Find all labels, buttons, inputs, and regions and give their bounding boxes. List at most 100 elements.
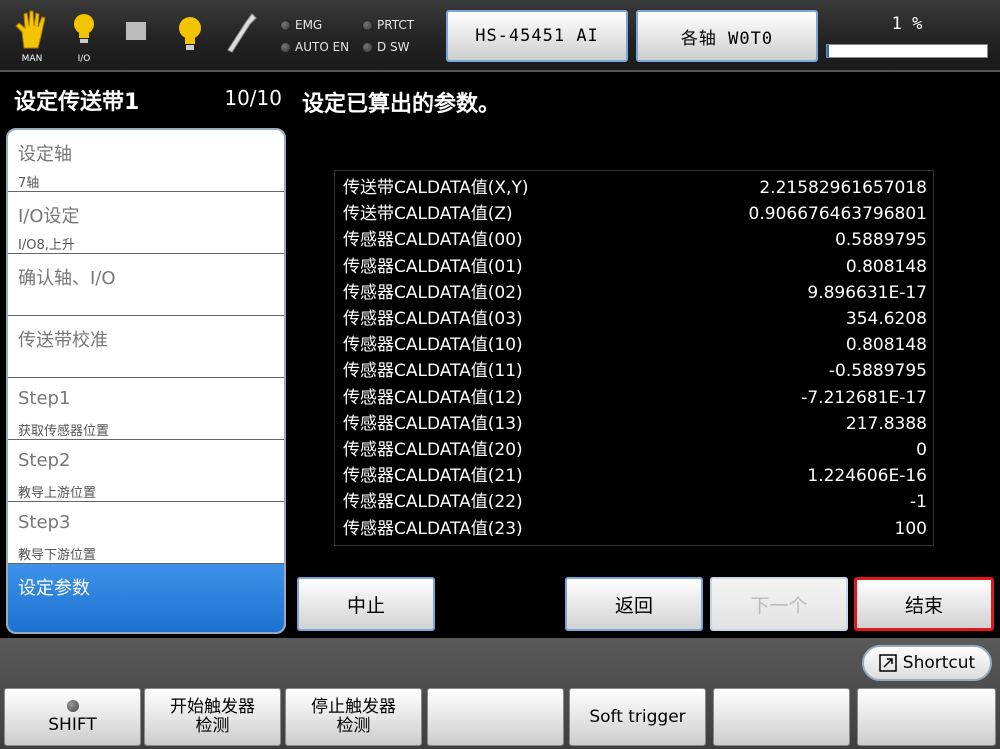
parameter-name: 传送带CALDATA值(Z) [343, 204, 513, 225]
manual-mode-button[interactable]: MAN [12, 8, 52, 64]
speed-label: 1 % [891, 14, 923, 34]
auto-en-lamp: AUTO EN [280, 36, 349, 58]
step-label: Step2 [18, 450, 71, 471]
soft-trigger-key[interactable]: Soft trigger [569, 688, 706, 746]
parameter-name: 传感器CALDATA值(12) [343, 387, 523, 408]
parameter-name: 传感器CALDATA值(23) [343, 518, 523, 539]
parameter-name: 传感器CALDATA值(21) [343, 466, 523, 487]
lamp-dot [280, 41, 291, 53]
shift-led-icon [66, 699, 79, 712]
lamp-group-left: EMG AUTO EN [280, 14, 349, 58]
finish-button[interactable]: 结束 [854, 577, 994, 631]
parameter-name: 传感器CALDATA值(01) [343, 256, 523, 277]
parameter-table: 传送带CALDATA值(X,Y) 2.21582961657018 传送带CALDA… [334, 170, 934, 546]
step-item-set-axis[interactable]: 设定轴 7轴 [8, 130, 284, 192]
prtct-lamp: PRTCT [362, 14, 414, 36]
fn-key-label: SHIFT [48, 714, 97, 735]
parameter-value: 354.6208 [845, 309, 927, 329]
wrench-icon [227, 13, 257, 53]
step-item-io-setting[interactable]: I/O设定 I/O8,上升 [8, 192, 284, 254]
step-label: Step1 [18, 388, 71, 409]
parameter-row: 传送带CALDATA值(Z) 0.906676463796801 [335, 201, 933, 227]
parameter-name: 传感器CALDATA值(11) [343, 361, 523, 382]
back-button[interactable]: 返回 [565, 577, 703, 631]
shortcut-label: Shortcut [902, 653, 976, 673]
bulb-icon [74, 14, 94, 43]
parameter-row: 传感器CALDATA值(22) -1 [335, 489, 933, 515]
step-item-confirm-axis-io[interactable]: 确认轴、I/O [8, 254, 284, 316]
lamp-dot [280, 19, 291, 31]
step-label: Step3 [18, 512, 71, 533]
start-trigger-detect-key[interactable]: 开始触发器 检测 [144, 688, 281, 746]
parameter-value: 0.5889795 [835, 230, 927, 251]
speed-bar-fill [827, 45, 829, 57]
lamp-group-right: PRTCT D SW [362, 14, 414, 58]
stop-status-button[interactable] [116, 8, 156, 64]
step-label: 设定轴 [18, 144, 72, 165]
step-item-conveyor-calibration[interactable]: 传送带校准 [8, 316, 284, 378]
fn-key-label: 停止触发器 检测 [311, 697, 396, 736]
bulb-icon [179, 17, 201, 50]
top-status-bar: MAN I/O EMG AUTO EN PRTCT D SW HS-45451 … [0, 0, 1000, 72]
step-sub: I/O8,上升 [18, 238, 75, 253]
parameter-value: 0.808148 [845, 335, 927, 356]
shortcut-icon [879, 654, 897, 672]
fn-key-label: 开始触发器 检测 [170, 697, 255, 736]
emg-lamp: EMG [280, 14, 349, 36]
lamp-label: PRTCT [377, 18, 415, 32]
step-label: I/O设定 [18, 206, 80, 227]
lamp-dot [362, 41, 373, 53]
parameter-value: -1 [910, 492, 927, 513]
step-sub: 获取传感器位置 [18, 424, 110, 439]
speed-bar [826, 44, 988, 58]
robot-model-button[interactable]: HS-45451 AI [446, 10, 628, 62]
io-button[interactable]: I/O [64, 8, 104, 64]
hand-icon [15, 10, 46, 49]
square-icon [126, 22, 146, 40]
parameter-name: 传感器CALDATA值(03) [343, 309, 523, 329]
parameter-row: 传感器CALDATA值(11) -0.5889795 [335, 358, 933, 384]
lamp-label: AUTO EN [295, 40, 350, 54]
step-item-set-parameters[interactable]: 设定参数 [8, 564, 284, 632]
parameter-row: 传感器CALDATA值(02) 9.896631E-17 [335, 280, 933, 306]
step-sub: 教导下游位置 [18, 548, 97, 563]
parameter-row: 传感器CALDATA值(23) 100 [335, 516, 933, 542]
parameter-name: 传感器CALDATA值(22) [343, 492, 523, 513]
fn-key-empty-4[interactable] [427, 688, 564, 746]
fn-key-empty-7[interactable] [857, 688, 996, 746]
parameter-value: 0.808148 [845, 256, 927, 277]
fn-key-label: Soft trigger [589, 706, 686, 727]
parameter-value: -0.5889795 [828, 361, 927, 382]
step-sub: 7轴 [18, 176, 40, 191]
parameter-row: 传感器CALDATA值(00) 0.5889795 [335, 227, 933, 253]
parameter-row: 传感器CALDATA值(13) 217.8388 [335, 411, 933, 437]
fn-key-empty-6[interactable] [713, 688, 850, 746]
step-item-step3[interactable]: Step3 教导下游位置 [8, 502, 284, 564]
axis-button[interactable]: 各轴 W0T0 [636, 10, 818, 62]
lamp-label: D SW [377, 40, 410, 54]
parameter-row: 传感器CALDATA值(01) 0.808148 [335, 254, 933, 280]
dsw-lamp: D SW [362, 36, 414, 58]
parameter-row: 传感器CALDATA值(12) -7.212681E-17 [335, 385, 933, 411]
tool-button[interactable] [222, 8, 262, 64]
step-item-step2[interactable]: Step2 教导上游位置 [8, 440, 284, 502]
abort-button[interactable]: 中止 [297, 577, 435, 631]
parameter-value: 0.906676463796801 [748, 204, 927, 225]
parameter-name: 传送带CALDATA值(X,Y) [343, 178, 529, 198]
stop-trigger-detect-key[interactable]: 停止触发器 检测 [285, 688, 422, 746]
lamp-button[interactable] [170, 8, 210, 64]
parameter-value: 100 [894, 518, 927, 539]
mode-label: MAN [21, 54, 43, 64]
step-sub: 教导上游位置 [18, 486, 97, 501]
io-label: I/O [77, 54, 91, 64]
step-label: 确认轴、I/O [18, 268, 116, 289]
step-label: 设定参数 [18, 578, 90, 599]
shortcut-button[interactable]: Shortcut [862, 645, 992, 681]
next-button[interactable]: 下一个 [710, 577, 848, 631]
parameter-row: 传送带CALDATA值(X,Y) 2.21582961657018 [335, 175, 933, 201]
parameter-row: 传感器CALDATA值(03) 354.6208 [335, 306, 933, 332]
shift-key[interactable]: SHIFT [4, 688, 141, 746]
speed-indicator[interactable]: 1 % [822, 12, 992, 64]
step-label: 传送带校准 [18, 330, 108, 351]
step-item-step1[interactable]: Step1 获取传感器位置 [8, 378, 284, 440]
